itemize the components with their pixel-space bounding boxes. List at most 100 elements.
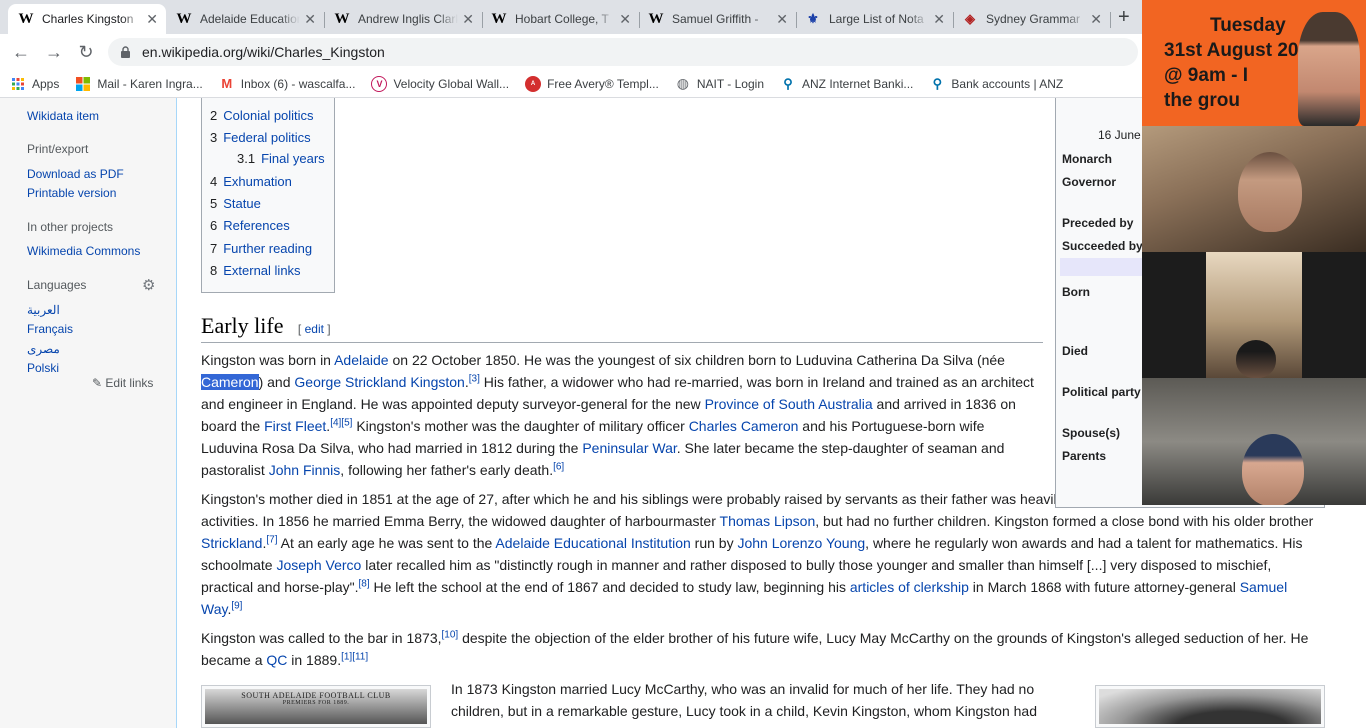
wikipedia-icon: W	[648, 10, 664, 27]
edit-links[interactable]: ✎ Edit links	[92, 376, 153, 390]
toc-item[interactable]: 5 Statue	[210, 196, 261, 211]
tab-charles-kingston[interactable]: W Charles Kingston ✕	[8, 4, 166, 34]
link-thomas-lipson[interactable]: Thomas Lipson	[720, 513, 816, 529]
toc-item[interactable]: 6 References	[210, 218, 290, 233]
toc-item[interactable]: 3 Federal politics	[210, 130, 311, 145]
wikipedia-icon: W	[334, 10, 350, 27]
link-qc[interactable]: QC	[266, 652, 287, 668]
address-bar[interactable]: en.wikipedia.org/wiki/Charles_Kingston	[108, 38, 1138, 66]
close-icon[interactable]: ✕	[933, 11, 945, 28]
close-icon[interactable]: ✕	[619, 11, 631, 28]
bookmark-mail[interactable]: Mail - Karen Ingra...	[75, 76, 203, 92]
link-peninsular-war[interactable]: Peninsular War	[582, 440, 676, 456]
participant-video	[1206, 252, 1302, 378]
tab-title: Charles Kingston	[42, 12, 134, 26]
link-joseph-verco[interactable]: Joseph Verco	[276, 557, 361, 573]
link-charles-cameron[interactable]: Charles Cameron	[689, 418, 799, 434]
forward-icon[interactable]: →	[43, 41, 65, 63]
close-icon[interactable]: ✕	[304, 11, 316, 28]
citation[interactable]: [8]	[359, 578, 370, 589]
apps-grid-icon	[10, 76, 26, 92]
printable-version-link[interactable]: Printable version	[27, 186, 116, 200]
bookmark-label: NAIT - Login	[696, 76, 764, 91]
tab-large-list[interactable]: ⚜ Large List of Nota ✕	[795, 4, 954, 34]
tab-andrew-inglis-clark[interactable]: W Andrew Inglis Clark ✕	[324, 4, 483, 34]
participant-video-tile[interactable]	[1142, 378, 1366, 505]
close-icon[interactable]: ✕	[462, 11, 474, 28]
back-icon[interactable]: ←	[10, 41, 32, 63]
link-cameron-selected[interactable]: Cameron	[201, 374, 259, 390]
new-tab-icon[interactable]: +	[1118, 6, 1130, 29]
portrait-image[interactable]	[1095, 685, 1325, 728]
section-edit: [ edit ]	[297, 322, 331, 336]
link-province-south-australia[interactable]: Province of South Australia	[705, 396, 873, 412]
link-strickland[interactable]: Strickland	[201, 535, 262, 551]
infobox-label: Spouse(s)	[1062, 426, 1121, 440]
link-george-strickland-kingston[interactable]: George Strickland Kingston	[294, 374, 464, 390]
close-icon[interactable]: ✕	[1090, 11, 1102, 28]
toc-item[interactable]: 2 Colonial politics	[210, 108, 314, 123]
citation[interactable]: [1][11]	[341, 651, 368, 662]
image-subcaption: PREMIERS FOR 1889.	[282, 700, 350, 706]
bookmark-inbox[interactable]: M Inbox (6) - wascalfa...	[219, 76, 356, 92]
section-edit-link[interactable]: edit	[305, 322, 324, 336]
gmail-icon: M	[221, 76, 233, 91]
infobox-label: Born	[1062, 285, 1090, 299]
tab-hobart-college[interactable]: W Hobart College, T ✕	[481, 4, 640, 34]
citation[interactable]: [9]	[231, 600, 242, 611]
bookmark-velocity[interactable]: V Velocity Global Wall...	[371, 75, 509, 92]
lock-icon	[120, 46, 132, 58]
bookmark-label: Apps	[32, 76, 60, 91]
toc-item[interactable]: 3.1 Final years	[237, 151, 325, 166]
toc-item[interactable]: 7 Further reading	[210, 241, 312, 256]
tab-sydney-grammar[interactable]: ◈ Sydney Grammar ✕	[952, 4, 1111, 34]
gear-icon[interactable]: ⚙	[142, 276, 155, 294]
table-of-contents: 2 Colonial politics 3 Federal politics 3.1…	[201, 98, 335, 293]
reload-icon[interactable]: ↻	[75, 41, 97, 63]
velocity-icon: V	[371, 75, 388, 92]
language-link-french[interactable]: Français	[27, 322, 73, 336]
toc-item[interactable]: 8 External links	[210, 263, 301, 278]
bookmarks-bar: Apps Mail - Karen Ingra... M Inbox (6) -…	[0, 70, 1142, 98]
link-articles-of-clerkship[interactable]: articles of clerkship	[850, 579, 969, 595]
tab-samuel-griffith[interactable]: W Samuel Griffith - ✕	[638, 4, 797, 34]
bookmark-anz-accounts[interactable]: ⚲ Bank accounts | ANZ	[929, 76, 1064, 92]
wikidata-item-link[interactable]: Wikidata item	[27, 109, 99, 123]
toc-item[interactable]: 4 Exhumation	[210, 174, 292, 189]
close-icon[interactable]: ✕	[146, 11, 158, 28]
link-adelaide-educational-institution[interactable]: Adelaide Educational Institution	[495, 535, 690, 551]
bookmark-anz-banking[interactable]: ⚲ ANZ Internet Banki...	[780, 76, 913, 92]
football-photo: SOUTH ADELAIDE FOOTBALL CLUB PREMIERS FO…	[205, 689, 427, 724]
citation[interactable]: [3]	[469, 373, 480, 384]
link-john-lorenzo-young[interactable]: John Lorenzo Young	[737, 535, 865, 551]
image-caption: SOUTH ADELAIDE FOOTBALL CLUB	[241, 691, 391, 700]
citation[interactable]: [7]	[266, 534, 277, 545]
bookmark-label: Free Avery® Templ...	[547, 76, 659, 91]
masonic-icon: ⚜	[807, 11, 819, 26]
participant-video-tile[interactable]	[1142, 126, 1366, 252]
link-adelaide[interactable]: Adelaide	[334, 352, 389, 368]
bookmark-label: Inbox (6) - wascalfa...	[240, 76, 356, 91]
link-john-finnis[interactable]: John Finnis	[269, 462, 341, 478]
citation[interactable]: [4][5]	[330, 417, 352, 428]
language-link-egyptian-arabic[interactable]: مصرى	[27, 342, 60, 356]
link-first-fleet[interactable]: First Fleet	[264, 418, 326, 434]
wikimedia-commons-link[interactable]: Wikimedia Commons	[27, 244, 140, 258]
tab-adelaide-educational[interactable]: W Adelaide Educational ✕	[166, 4, 325, 34]
close-icon[interactable]: ✕	[776, 11, 788, 28]
infobox-label: Parents	[1062, 449, 1107, 463]
paragraph-1: Kingston was born in Adelaide on 22 Octo…	[201, 352, 1034, 478]
football-club-image[interactable]: SOUTH ADELAIDE FOOTBALL CLUB PREMIERS FO…	[201, 685, 431, 728]
bookmark-nait[interactable]: ◍ NAIT - Login	[675, 75, 764, 92]
language-link-arabic[interactable]: العربية	[27, 303, 60, 317]
download-pdf-link[interactable]: Download as PDF	[27, 167, 124, 181]
wiki-sidebar: Wikidata item Print/export Download as P…	[0, 98, 176, 728]
participant-video-tile[interactable]	[1142, 252, 1366, 378]
language-link-polish[interactable]: Polski	[27, 361, 59, 375]
wikipedia-icon: W	[491, 10, 507, 27]
citation[interactable]: [10]	[442, 629, 459, 640]
bookmark-avery[interactable]: A Free Avery® Templ...	[525, 75, 659, 92]
bookmark-apps[interactable]: Apps	[10, 76, 59, 92]
infobox-date: 16 June	[1098, 128, 1141, 142]
citation[interactable]: [6]	[553, 461, 564, 472]
